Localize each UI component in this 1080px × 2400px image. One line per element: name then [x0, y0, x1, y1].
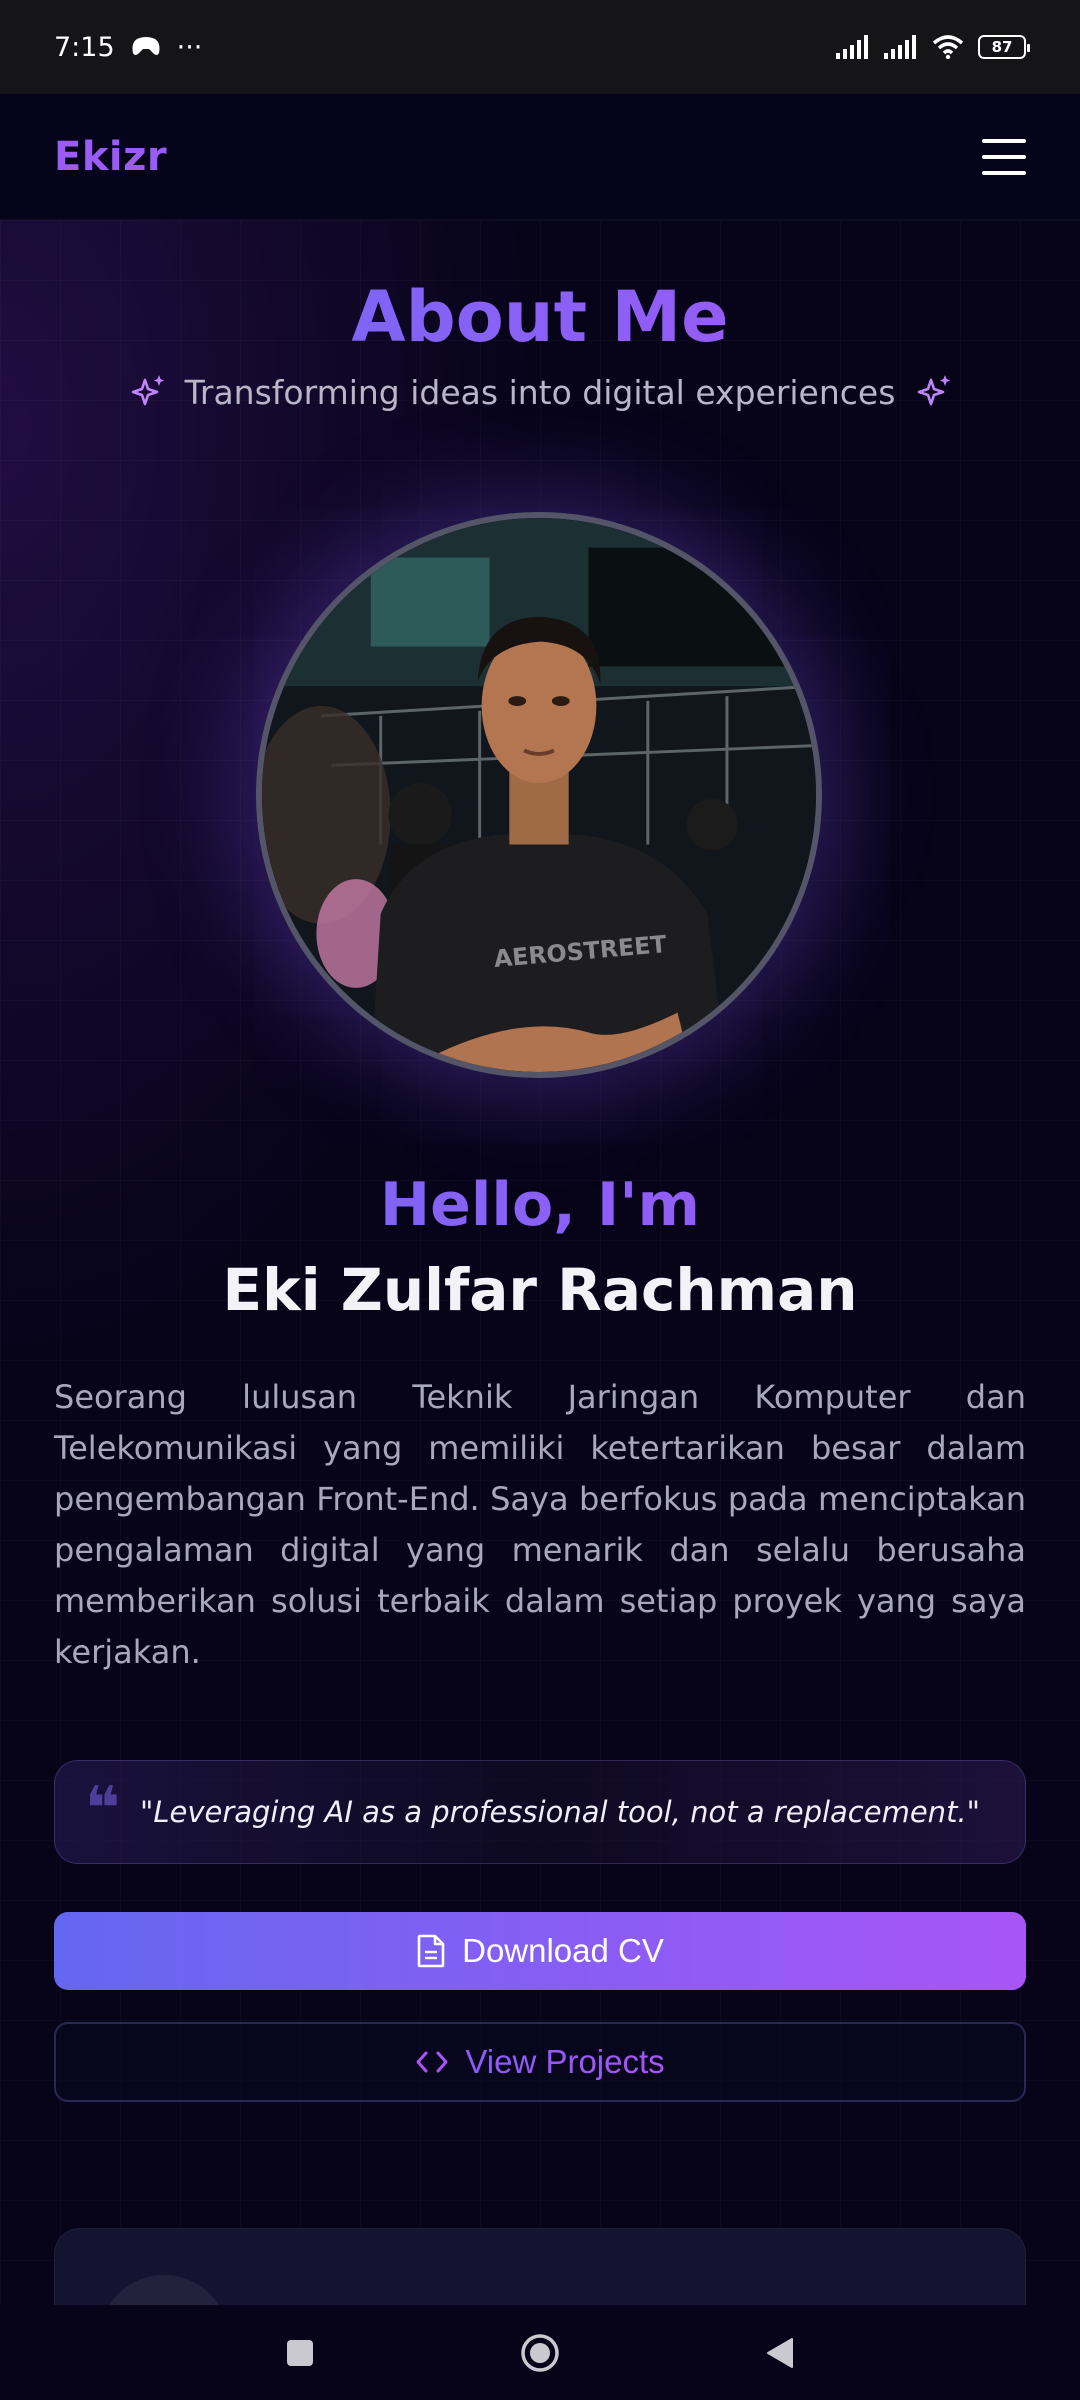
- profile-photo-illustration: AEROSTREET: [262, 518, 816, 1072]
- quote-icon: ❝: [85, 1774, 121, 1844]
- download-cv-button[interactable]: Download CV: [54, 1912, 1026, 1990]
- home-circle-icon[interactable]: [510, 2323, 570, 2383]
- status-left: 7:15 ···: [54, 32, 202, 63]
- menu-line: [982, 170, 1026, 175]
- sparkle-icon: [918, 375, 951, 406]
- system-nav-bar: [0, 2305, 1080, 2400]
- battery-level: 87: [991, 38, 1013, 56]
- sparkle-icon: [131, 375, 164, 406]
- recents-square-icon[interactable]: [270, 2323, 330, 2383]
- game-controller-icon: [132, 37, 160, 55]
- document-icon: [417, 1934, 445, 1968]
- hamburger-menu-icon[interactable]: [982, 138, 1026, 175]
- menu-line: [982, 154, 1026, 159]
- bio-paragraph: Seorang lulusan Teknik Jaringan Komputer…: [54, 1378, 1026, 1671]
- status-time: 7:15: [54, 31, 115, 63]
- next-card: [54, 2228, 1026, 2305]
- menu-line: [982, 138, 1026, 143]
- view-projects-button[interactable]: View Projects: [54, 2022, 1026, 2102]
- recents-square-shape: [287, 2339, 313, 2366]
- full-name: Eki Zulfar Rachman: [222, 1256, 858, 1324]
- view-projects-label: View Projects: [465, 2043, 665, 2080]
- status-more: ···: [176, 31, 203, 63]
- wifi-icon: [932, 35, 964, 59]
- subtitle-text: Transforming ideas into digital experien…: [184, 372, 896, 412]
- app-header: Ekizr: [0, 94, 1080, 220]
- brand-logo[interactable]: Ekizr: [54, 134, 167, 180]
- card-avatar-placeholder: [99, 2275, 229, 2305]
- download-cv-label: Download CV: [462, 1932, 664, 1969]
- back-triangle-icon[interactable]: [750, 2323, 810, 2383]
- subtitle-row: Transforming ideas into digital experien…: [0, 372, 1080, 412]
- home-circle-shape: [521, 2333, 559, 2372]
- quote-text: "Leveraging AI as a professional tool, n…: [139, 1795, 980, 1829]
- status-right: 87: [836, 35, 1030, 59]
- screen: 7:15 ··· 87 Ekizr About Me Transforming …: [0, 0, 1080, 2400]
- section-title: About Me: [0, 276, 1080, 358]
- code-icon: [416, 2051, 448, 2073]
- about-section: About Me Transforming ideas into digital…: [0, 220, 1080, 2305]
- quote-card: ❝ "Leveraging AI as a professional tool,…: [54, 1760, 1026, 1864]
- signal-icon: [884, 35, 916, 59]
- battery-icon: 87: [978, 35, 1030, 59]
- status-bar: 7:15 ··· 87: [0, 0, 1080, 94]
- profile-photo: AEROSTREET: [256, 512, 822, 1078]
- signal-icon: [836, 35, 868, 59]
- greeting: Hello, I'm: [0, 1170, 1080, 1240]
- back-triangle-shape: [767, 2337, 793, 2368]
